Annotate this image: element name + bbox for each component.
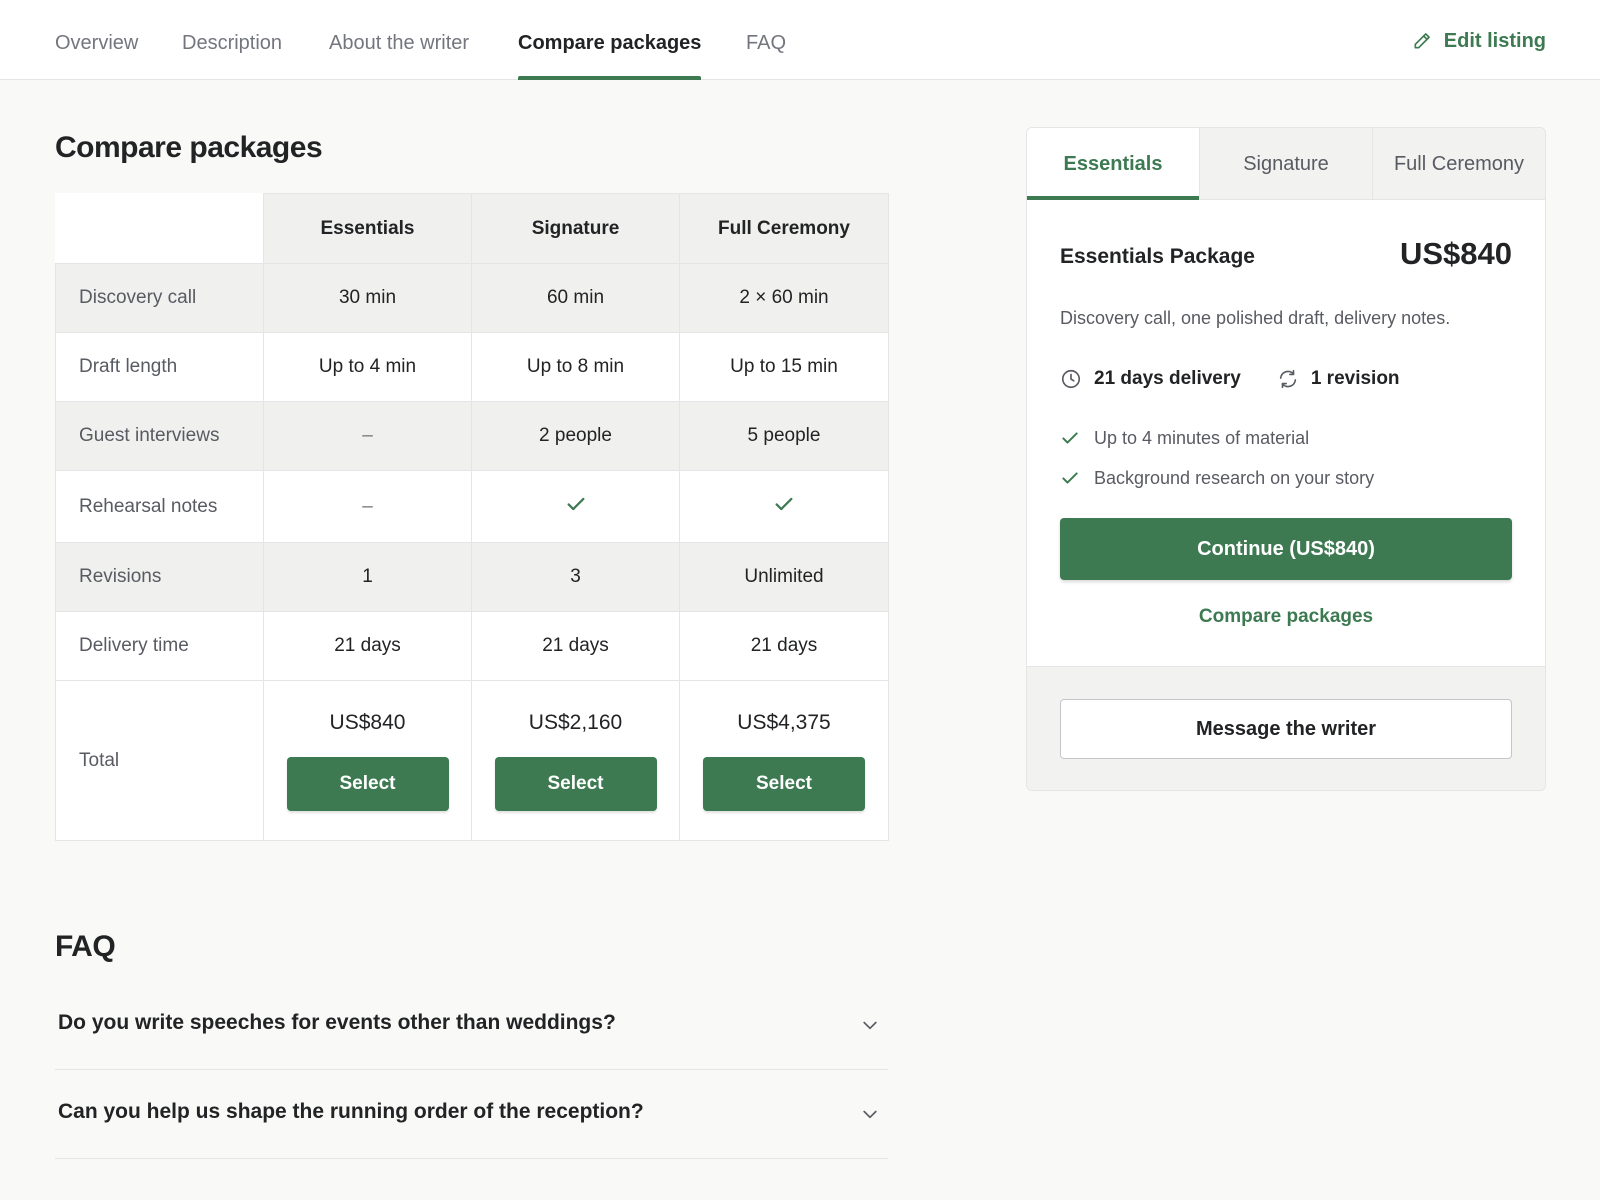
package-card: Essentials Signature Full Ceremony Essen…: [1026, 127, 1546, 791]
table-cell: Up to 15 min: [679, 332, 889, 402]
clock-icon: [1061, 369, 1081, 389]
select-essentials-button[interactable]: Select: [286, 756, 449, 811]
revisions-label: 1 revision: [1310, 368, 1400, 389]
table-cell: US$2,160 Select: [471, 680, 680, 841]
table-cell: 21 days: [263, 611, 472, 681]
row-label: Rehearsal notes: [55, 470, 264, 543]
row-label: Revisions: [55, 542, 264, 612]
table-row: Delivery time 21 days 21 days 21 days: [55, 611, 889, 681]
check-icon: [775, 497, 793, 510]
table-cell: 3: [471, 542, 680, 612]
faq-item[interactable]: Can you help us shape the running order …: [55, 1070, 888, 1159]
compare-packages-link[interactable]: Compare packages: [1027, 606, 1545, 628]
edit-listing-label: Edit listing: [1443, 29, 1546, 52]
table-header-row: Essentials Signature Full Ceremony: [55, 193, 889, 264]
revisions-info: 1 revision: [1277, 368, 1400, 390]
check-icon: [1062, 472, 1078, 484]
table-cell: [679, 470, 889, 543]
table-row: Draft length Up to 4 min Up to 8 min Up …: [55, 332, 889, 402]
table-cell: –: [263, 401, 472, 471]
edit-listing-button[interactable]: Edit listing: [1412, 26, 1546, 56]
row-label: Delivery time: [55, 611, 264, 681]
list-item: Background research on your story: [1060, 458, 1374, 498]
check-icon: [1062, 432, 1078, 444]
chevron-down-icon: [863, 1110, 877, 1119]
select-full-ceremony-button[interactable]: Select: [703, 756, 865, 811]
compare-packages-heading: Compare packages: [55, 131, 323, 164]
table-cell: 5 people: [679, 401, 889, 471]
feature-text: Up to 4 minutes of material: [1094, 427, 1310, 448]
package-price: US$840: [1399, 236, 1512, 271]
column-header-essentials: Essentials: [263, 193, 472, 264]
faq-heading: FAQ: [55, 930, 116, 963]
price-essentials: US$840: [329, 710, 406, 734]
refresh-icon: [1279, 369, 1296, 389]
package-name: Essentials Package: [1060, 245, 1255, 268]
faq-item[interactable]: Do you write speeches for events other t…: [55, 980, 888, 1070]
table-cell: 30 min: [263, 263, 472, 333]
table-row: Rehearsal notes –: [55, 470, 889, 543]
table-cell: US$840 Select: [263, 680, 472, 841]
table-row: Discovery call 30 min 60 min 2 × 60 min: [55, 263, 889, 333]
feature-list: Up to 4 minutes of material Background r…: [1060, 418, 1374, 498]
tab-description[interactable]: Description: [182, 0, 282, 80]
table-cell: Up to 4 min: [263, 332, 472, 402]
tab-compare-packages[interactable]: Compare packages: [518, 0, 702, 80]
table-cell: US$4,375 Select: [679, 680, 889, 841]
table-cell: 60 min: [471, 263, 680, 333]
top-nav: Overview Description About the writer Co…: [0, 0, 1600, 80]
check-icon: [567, 497, 584, 510]
row-label: Discovery call: [55, 263, 264, 333]
package-card-footer: Message the writer: [1027, 666, 1545, 790]
pencil-icon: [1414, 33, 1430, 49]
compare-packages-table: Essentials Signature Full Ceremony Disco…: [55, 193, 889, 841]
table-cell: 2 people: [471, 401, 680, 471]
faq-question: Can you help us shape the running order …: [58, 1100, 644, 1123]
faq-list: Do you write speeches for events other t…: [55, 980, 888, 1159]
table-cell: 21 days: [679, 611, 889, 681]
tab-overview[interactable]: Overview: [55, 0, 138, 80]
table-cell: [471, 470, 680, 543]
package-tabs: Essentials Signature Full Ceremony: [1027, 128, 1545, 200]
continue-button[interactable]: Continue (US$840): [1060, 518, 1512, 580]
row-label: Guest interviews: [55, 401, 264, 471]
column-header-full-ceremony: Full Ceremony: [679, 193, 889, 264]
table-cell: 2 × 60 min: [679, 263, 889, 333]
table-cell: 1: [263, 542, 472, 612]
package-tab-signature[interactable]: Signature: [1199, 128, 1372, 199]
table-cell: 21 days: [471, 611, 680, 681]
table-row: Revisions 1 3 Unlimited: [55, 542, 889, 612]
row-label: Draft length: [55, 332, 264, 402]
price-full-ceremony: US$4,375: [737, 710, 831, 734]
list-item: Up to 4 minutes of material: [1060, 418, 1374, 458]
price-signature: US$2,160: [528, 710, 623, 734]
table-row-total: Total US$840 Select US$2,160 Select US$4…: [55, 680, 889, 841]
package-tab-full-ceremony[interactable]: Full Ceremony: [1372, 128, 1545, 199]
table-cell: Unlimited: [679, 542, 889, 612]
table-cell: Up to 8 min: [471, 332, 680, 402]
package-description: Discovery call, one polished draft, deli…: [1060, 308, 1451, 328]
tab-faq[interactable]: FAQ: [746, 0, 786, 80]
delivery-label: 21 days delivery: [1094, 368, 1241, 389]
message-writer-button[interactable]: Message the writer: [1060, 699, 1512, 759]
chevron-down-icon: [863, 1021, 877, 1029]
faq-question: Do you write speeches for events other t…: [58, 1010, 616, 1034]
table-row: Guest interviews – 2 people 5 people: [55, 401, 889, 471]
delivery-info: 21 days delivery: [1060, 368, 1241, 390]
tab-about-the-writer[interactable]: About the writer: [329, 0, 469, 80]
package-tab-essentials[interactable]: Essentials: [1027, 128, 1199, 200]
row-label: Total: [55, 680, 264, 841]
column-header-signature: Signature: [471, 193, 680, 264]
feature-text: Background research on your story: [1094, 467, 1375, 488]
select-signature-button[interactable]: Select: [494, 756, 657, 811]
table-corner-cell: [55, 193, 264, 264]
table-cell: –: [263, 470, 472, 543]
package-meta: 21 days delivery 1 revision: [1060, 368, 1436, 390]
